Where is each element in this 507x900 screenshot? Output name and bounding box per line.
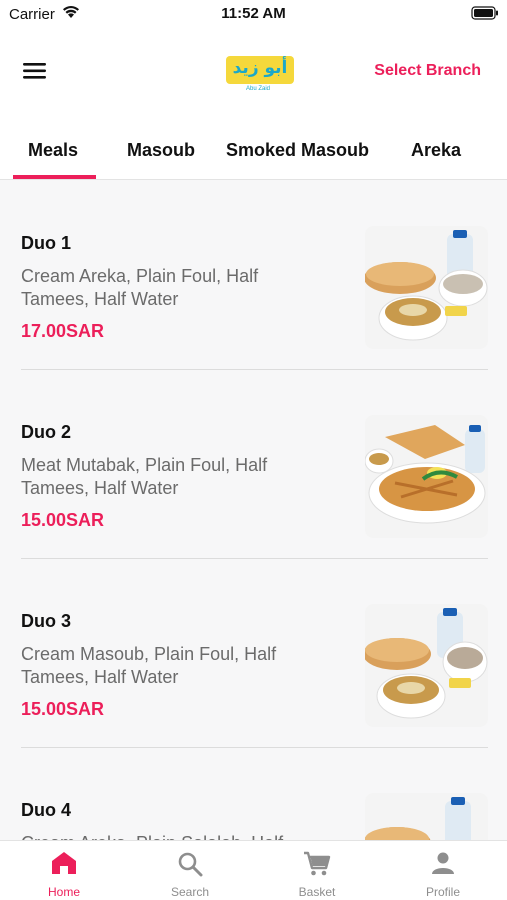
meal-description: Meat Mutabak, Plain Foul, Half Tamees, H… bbox=[21, 455, 268, 498]
app-header: أبو زيد Abu Zaid Select Branch bbox=[0, 30, 507, 118]
tab-meals[interactable]: Meals bbox=[28, 140, 78, 161]
meal-card-duo-4[interactable]: Duo 4 Cream Areka, Plain Salalah, Half bbox=[0, 748, 507, 840]
meal-card-duo-1[interactable]: Duo 1 Cream Areka, Plain Foul, Half Tame… bbox=[0, 181, 507, 370]
meal-image[interactable] bbox=[365, 415, 488, 538]
nav-search[interactable]: Search bbox=[127, 841, 253, 900]
nav-profile[interactable]: Profile bbox=[380, 841, 506, 900]
meal-price: 15.00SAR bbox=[21, 699, 105, 719]
battery-icon bbox=[471, 6, 499, 25]
nav-home[interactable]: Home bbox=[1, 841, 127, 900]
meal-title: Duo 3 bbox=[21, 611, 72, 631]
meal-price: 17.00SAR bbox=[21, 321, 105, 341]
meal-list: Duo 1 Cream Areka, Plain Foul, Half Tame… bbox=[0, 181, 507, 840]
nav-profile-label: Profile bbox=[425, 885, 460, 899]
brand-logo: أبو زيد Abu Zaid bbox=[226, 52, 296, 96]
search-icon bbox=[177, 851, 203, 882]
meal-description: Cream Areka, Plain Foul, Half Tamees, Ha… bbox=[21, 266, 259, 309]
select-branch-button[interactable]: Select Branch bbox=[374, 62, 481, 80]
profile-icon bbox=[431, 851, 455, 880]
category-tabs: Meals Masoub Smoked Masoub Areka bbox=[0, 118, 507, 180]
meal-card-duo-3[interactable]: Duo 3 Cream Masoub, Plain Foul, Half Tam… bbox=[0, 559, 507, 748]
meal-title: Duo 1 bbox=[21, 233, 72, 253]
meal-description: Cream Masoub, Plain Foul, Half Tamees, H… bbox=[21, 644, 277, 687]
meal-title: Duo 4 bbox=[21, 800, 72, 820]
nav-basket[interactable]: Basket bbox=[254, 841, 380, 900]
tab-smoked-masoub[interactable]: Smoked Masoub bbox=[226, 140, 369, 161]
active-tab-indicator bbox=[13, 175, 96, 179]
nav-search-label: Search bbox=[170, 885, 210, 899]
nav-home-label: Home bbox=[47, 885, 80, 899]
cart-icon bbox=[303, 851, 331, 882]
meal-description: Cream Areka, Plain Salalah, Half bbox=[21, 832, 321, 840]
tab-masoub[interactable]: Masoub bbox=[127, 140, 195, 161]
status-time: 11:52 AM bbox=[221, 5, 286, 22]
menu-icon[interactable] bbox=[23, 60, 47, 82]
meal-price: 15.00SAR bbox=[21, 510, 105, 530]
tab-areka[interactable]: Areka bbox=[411, 140, 461, 161]
meal-image[interactable] bbox=[365, 604, 488, 727]
meal-title: Duo 2 bbox=[21, 422, 72, 442]
meal-card-duo-2[interactable]: Duo 2 Meat Mutabak, Plain Foul, Half Tam… bbox=[0, 370, 507, 559]
meal-image[interactable] bbox=[365, 793, 488, 840]
status-bar: Carrier 11:52 AM bbox=[0, 0, 507, 30]
home-icon bbox=[51, 851, 77, 880]
bottom-navigation: Home Search Basket Profile bbox=[0, 840, 507, 900]
meal-image[interactable] bbox=[365, 226, 488, 349]
nav-basket-label: Basket bbox=[298, 885, 336, 899]
